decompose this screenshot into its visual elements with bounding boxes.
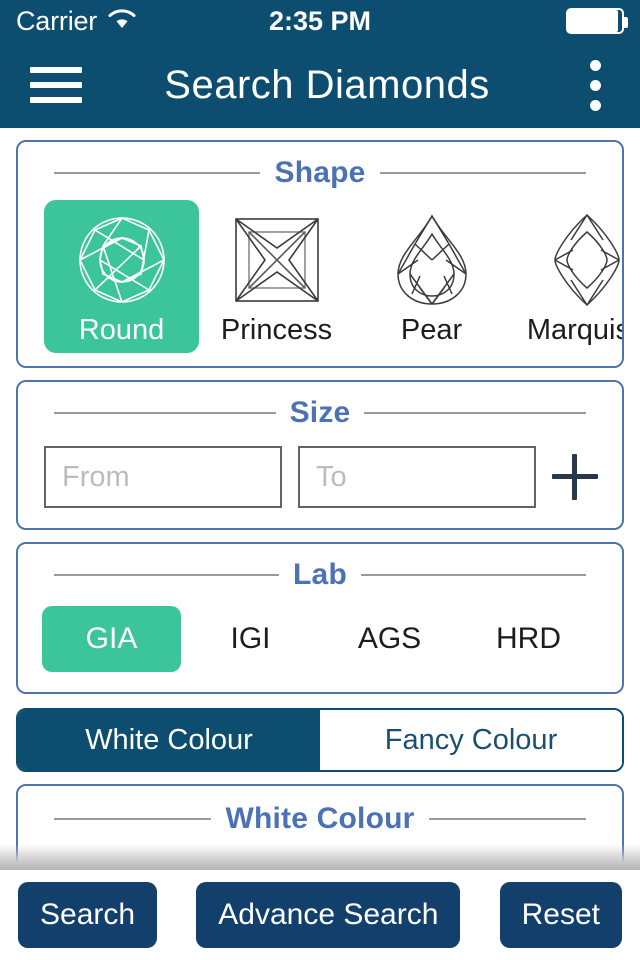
lab-option-igi[interactable]: IGI — [181, 606, 320, 672]
shape-option-round[interactable]: Round — [44, 200, 199, 353]
lab-section: Lab GIA IGI AGS HRD — [16, 542, 624, 694]
white-colour-section-header: White Colour — [18, 786, 622, 836]
kebab-menu-icon[interactable] — [578, 59, 612, 111]
lab-section-title: Lab — [293, 558, 347, 591]
white-colour-section-title: White Colour — [225, 802, 415, 835]
shape-option-marquise[interactable]: Marquise — [509, 200, 622, 353]
page-title: Search Diamonds — [164, 62, 490, 107]
shape-option-label: Round — [78, 314, 165, 346]
plus-icon[interactable] — [552, 454, 598, 500]
status-bar-left: Carrier — [16, 6, 269, 37]
shape-option-label: Marquise — [526, 314, 622, 346]
search-button[interactable]: Search — [18, 882, 158, 948]
nav-bar: Search Diamonds — [0, 42, 640, 128]
status-bar-right — [371, 8, 629, 34]
title-rule-left — [54, 818, 212, 820]
size-from-input[interactable] — [44, 446, 282, 508]
size-section-header: Size — [18, 382, 622, 430]
title-rule-right — [428, 818, 587, 820]
title-rule-right — [379, 172, 586, 174]
shape-option-label: Princess — [220, 314, 333, 346]
shape-options-list[interactable]: Round Princess Pear Marqui — [18, 190, 622, 366]
round-diamond-icon — [72, 210, 172, 310]
lab-option-ags[interactable]: AGS — [320, 606, 459, 672]
shape-section: Shape Round Princess Pear Marqui — [16, 140, 624, 368]
status-bar-time: 2:35 PM — [268, 5, 372, 36]
lab-option-hrd[interactable]: HRD — [459, 606, 598, 672]
status-bar: Carrier 2:35 PM — [0, 0, 640, 42]
advance-search-button[interactable]: Advance Search — [196, 882, 461, 948]
battery-full-icon — [566, 8, 629, 34]
shape-option-princess[interactable]: Princess — [199, 200, 354, 353]
size-section-title: Size — [289, 396, 351, 429]
size-inputs-row — [18, 430, 622, 528]
princess-diamond-icon — [227, 210, 327, 310]
shape-option-pear[interactable]: Pear — [354, 200, 509, 353]
pear-diamond-icon — [382, 210, 482, 310]
lab-options-row: GIA IGI AGS HRD — [18, 592, 622, 692]
search-form-scroll-area[interactable]: Shape Round Princess Pear Marqui Size Fr… — [0, 128, 640, 870]
hamburger-menu-icon[interactable] — [30, 67, 82, 103]
marquise-diamond-icon — [537, 210, 623, 310]
carrier-label: Carrier — [16, 5, 98, 36]
bottom-action-bar: Search Advance Search Reset — [0, 870, 640, 960]
lab-option-gia[interactable]: GIA — [42, 606, 181, 672]
app-root: Carrier 2:35 PM Search Diamonds Shape Ro… — [0, 0, 640, 960]
wifi-icon — [107, 7, 137, 36]
shape-section-title: Shape — [274, 156, 366, 189]
shape-section-header: Shape — [18, 142, 622, 190]
title-rule-left — [54, 172, 261, 174]
title-rule-left — [54, 412, 276, 414]
shape-option-label: Pear — [400, 314, 463, 346]
colour-type-toggle: White Colour Fancy Colour — [16, 708, 624, 772]
size-to-input[interactable] — [298, 446, 536, 508]
white-colour-section: White Colour — [16, 784, 624, 870]
lab-section-header: Lab — [18, 544, 622, 592]
tab-fancy-colour[interactable]: Fancy Colour — [320, 710, 622, 770]
reset-button[interactable]: Reset — [499, 882, 622, 948]
tab-white-colour[interactable]: White Colour — [18, 710, 320, 770]
title-rule-left — [54, 574, 280, 576]
title-rule-right — [364, 412, 586, 414]
size-section: Size — [16, 380, 624, 530]
title-rule-right — [360, 574, 586, 576]
